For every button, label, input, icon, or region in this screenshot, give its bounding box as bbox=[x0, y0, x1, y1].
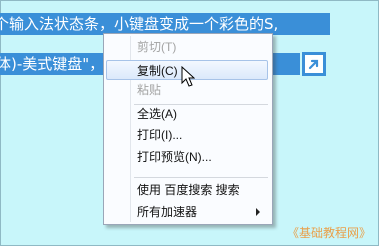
menu-item-copy-label: 复制(C) bbox=[137, 64, 178, 78]
selected-text-line-1[interactable]: 个输入法状态条，小键盘变成一个彩色的S, bbox=[0, 13, 330, 35]
menu-separator bbox=[134, 177, 268, 178]
menu-item-print-label: 打印(I)... bbox=[137, 128, 183, 142]
menu-item-cut: 剪切(T) bbox=[106, 37, 268, 57]
menu-item-cut-label: 剪切(T) bbox=[137, 40, 177, 54]
watermark: 《基础教程网》 bbox=[286, 226, 371, 240]
accelerator-button[interactable] bbox=[302, 52, 326, 76]
accelerator-button-face bbox=[305, 55, 323, 73]
mouse-pointer-icon bbox=[181, 66, 195, 87]
menu-item-print[interactable]: 打印(I)... bbox=[106, 125, 268, 145]
menu-item-print-preview-label: 打印预览(N)... bbox=[137, 150, 212, 164]
context-menu: 剪切(T) 复制(C) 粘贴 全选(A) 打印(I)... 打印预览(N)...… bbox=[103, 33, 273, 225]
menu-item-baidu-search[interactable]: 使用 百度搜索 搜索 bbox=[106, 180, 268, 200]
menu-item-accelerators[interactable]: 所有加速器 bbox=[106, 202, 268, 222]
menu-item-select-all-label: 全选(A) bbox=[137, 107, 177, 121]
menu-item-baidu-search-label: 使用 百度搜索 搜索 bbox=[137, 183, 240, 197]
arrow-icon bbox=[308, 59, 319, 70]
menu-item-select-all[interactable]: 全选(A) bbox=[106, 104, 268, 124]
chevron-right-icon bbox=[256, 208, 260, 216]
menu-item-accelerators-label: 所有加速器 bbox=[137, 205, 198, 219]
menu-item-print-preview[interactable]: 打印预览(N)... bbox=[106, 147, 268, 167]
menu-item-paste-label: 粘贴 bbox=[137, 83, 162, 97]
selected-text-1: 个输入法状态条，小键盘变成一个彩色的S, bbox=[0, 15, 279, 33]
